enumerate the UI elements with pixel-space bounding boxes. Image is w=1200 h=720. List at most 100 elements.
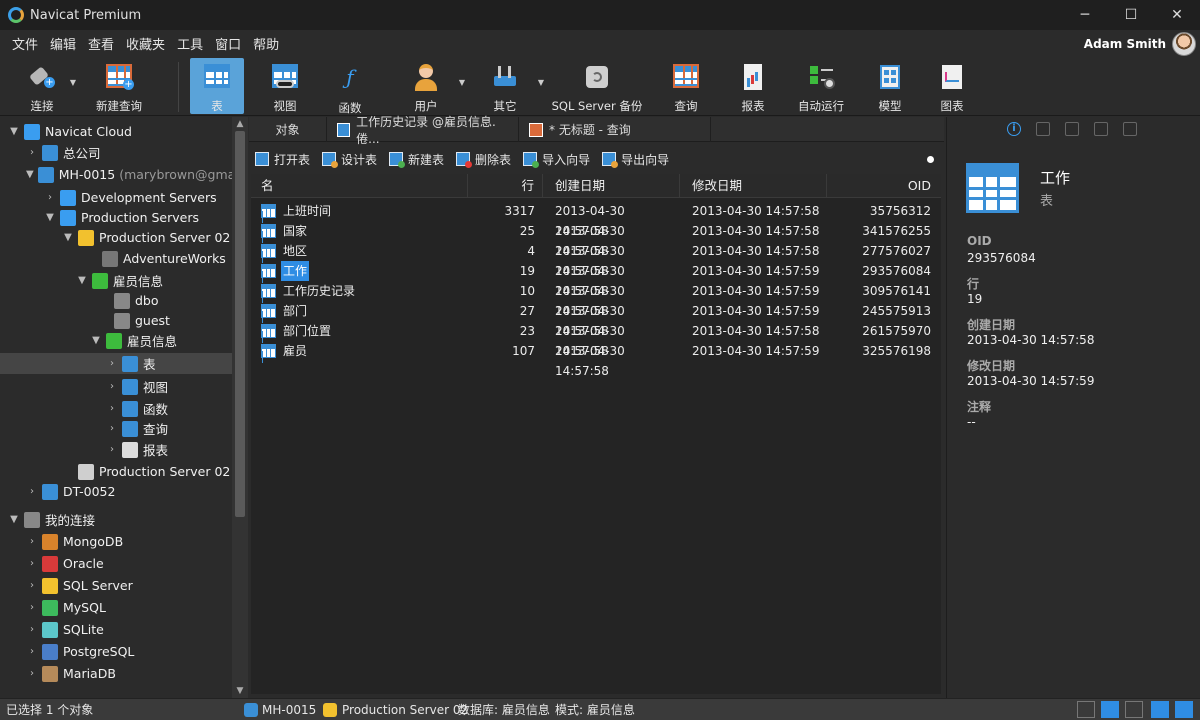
tree-item[interactable]: AdventureWorks — [0, 248, 232, 269]
toolbar-function-button[interactable]: ƒ 函数 — [323, 58, 377, 115]
toolbar-report-button[interactable]: 报表 — [726, 58, 780, 114]
menu-help[interactable]: 帮助 — [247, 34, 285, 53]
tree-item[interactable]: guest — [0, 310, 232, 331]
chevron-right-icon[interactable]: › — [26, 147, 38, 158]
toolbar-view-button[interactable]: 视图 — [258, 58, 312, 114]
chevron-right-icon[interactable]: › — [26, 646, 38, 657]
settings-icon[interactable] — [1123, 122, 1137, 136]
chevron-right-icon[interactable]: › — [106, 403, 118, 414]
table-row[interactable]: 地区 4 2013-04-30 14:57:58 2013-04-30 14:57:5… — [251, 241, 941, 278]
chevron-right-icon[interactable]: › — [106, 444, 118, 455]
er-view-icon[interactable] — [1125, 701, 1143, 718]
chevron-down-icon[interactable]: ▼ — [70, 78, 76, 87]
toggle-left-pane-icon[interactable] — [1151, 701, 1169, 718]
export-button[interactable]: 导出向导 — [602, 151, 669, 168]
table-row[interactable]: 工作历史记录 10 2013-04-30 14:57:58 2013-04-30 14… — [251, 281, 941, 318]
tree-item[interactable]: Production Server 02 — [0, 461, 232, 482]
tab-job-history-table[interactable]: 工作历史记录 @雇员信息.倦... — [327, 115, 519, 146]
tree-item[interactable]: › 函数 — [0, 398, 232, 419]
info-icon[interactable]: i — [1007, 122, 1021, 136]
toolbar-new-query-button[interactable]: + 新建查询 — [92, 58, 146, 114]
table-row[interactable]: 工作 19 2013-04-30 14:57:58 2013-04-30 14:57:… — [251, 261, 941, 298]
chevron-right-icon[interactable]: › — [26, 602, 38, 613]
dependency-icon[interactable] — [1094, 122, 1108, 136]
chevron-down-icon[interactable]: ▼ — [76, 275, 88, 286]
column-header-modified[interactable]: 修改日期 — [680, 174, 827, 198]
design-table-button[interactable]: 设计表 — [322, 151, 377, 168]
chevron-down-icon[interactable]: ▼ — [459, 78, 465, 87]
column-header-oid[interactable]: OID — [827, 174, 941, 198]
column-header-rows[interactable]: 行 — [468, 174, 543, 198]
list-view-icon[interactable] — [1077, 701, 1095, 718]
chevron-right-icon[interactable]: › — [106, 358, 118, 369]
chevron-down-icon[interactable]: ▼ — [538, 78, 544, 87]
tree-item[interactable]: › Development Servers — [0, 187, 232, 208]
table-row[interactable]: 部门位置 23 2013-04-30 14:57:58 2013-04-30 14:5… — [251, 321, 941, 358]
chevron-right-icon[interactable]: › — [44, 192, 56, 203]
preview-icon[interactable] — [1065, 122, 1079, 136]
toolbar-chart-button[interactable]: 图表 — [925, 58, 979, 114]
user-account[interactable]: Adam Smith — [1084, 30, 1196, 58]
toolbar-others-button[interactable]: 其它 ▼ — [478, 58, 544, 114]
chevron-down-icon[interactable]: ▼ — [26, 169, 34, 180]
tree-item[interactable]: ▼ Production Server 02 — [0, 227, 232, 248]
delete-table-button[interactable]: 删除表 — [456, 151, 511, 168]
tree-item[interactable]: ▼ Navicat Cloud — [0, 121, 232, 142]
tree-scrollbar[interactable]: ▲ ▼ — [232, 117, 248, 698]
chevron-up-icon[interactable]: ▲ — [232, 119, 248, 129]
menu-view[interactable]: 查看 — [82, 34, 120, 53]
toolbar-table-button[interactable]: 表 — [190, 58, 244, 114]
table-row[interactable]: 雇员 107 2013-04-30 14:57:58 2013-04-30 14:57… — [251, 341, 941, 378]
detail-view-icon[interactable] — [1101, 701, 1119, 718]
tree-item[interactable]: ▼ 雇员信息 — [0, 270, 232, 291]
tree-item[interactable]: › SQLite — [0, 619, 232, 640]
tree-item[interactable]: ▼ Production Servers — [0, 207, 232, 228]
chevron-down-icon[interactable]: ▼ — [62, 232, 74, 243]
tree-item[interactable]: ▼ MH-0015 (marybrown@gmai — [0, 164, 232, 185]
toolbar-model-button[interactable]: 模型 — [863, 58, 917, 114]
toolbar-user-button[interactable]: 用户 ▼ — [399, 58, 465, 114]
chevron-right-icon[interactable]: › — [106, 423, 118, 434]
tree-item[interactable]: › DT-0052 — [0, 481, 232, 502]
tree-item[interactable]: › SQL Server — [0, 575, 232, 596]
toolbar-backup-button[interactable]: SQL Server 备份 — [552, 58, 642, 114]
tab-untitled-query[interactable]: * 无标题 - 查询 — [519, 117, 711, 142]
chevron-right-icon[interactable]: › — [26, 668, 38, 679]
menu-edit[interactable]: 编辑 — [44, 34, 82, 53]
toolbar-query-button[interactable]: 查询 — [659, 58, 713, 114]
new-table-button[interactable]: 新建表 — [389, 151, 444, 168]
tree-item[interactable]: › MongoDB — [0, 531, 232, 552]
import-button[interactable]: 导入向导 — [523, 151, 590, 168]
chevron-right-icon[interactable]: › — [26, 624, 38, 635]
chevron-down-icon[interactable]: ▼ — [8, 126, 20, 137]
open-table-button[interactable]: 打开表 — [255, 151, 310, 168]
tree-item[interactable]: › 表 — [0, 353, 232, 374]
tree-item[interactable]: ▼ 雇员信息 — [0, 330, 232, 351]
toolbar-connect-button[interactable]: + 连接 ▼ — [20, 58, 76, 114]
table-row[interactable]: 上班时间 3317 2013-04-30 14:57:58 2013-04-30 14… — [251, 201, 941, 238]
tree-item[interactable]: › 总公司 — [0, 142, 232, 163]
tree-item[interactable]: ▼ 我的连接 — [0, 509, 232, 530]
chevron-down-icon[interactable]: ▼ — [232, 686, 248, 696]
tree-item[interactable]: dbo — [0, 290, 232, 311]
toolbar-automation-button[interactable]: 自动运行 — [794, 58, 848, 114]
chevron-down-icon[interactable]: ▼ — [8, 514, 20, 525]
chevron-right-icon[interactable]: › — [26, 580, 38, 591]
tree-item[interactable]: › Oracle — [0, 553, 232, 574]
chevron-right-icon[interactable]: › — [106, 381, 118, 392]
menu-window[interactable]: 窗口 — [209, 34, 247, 53]
tree-item[interactable]: › PostgreSQL — [0, 641, 232, 662]
scrollbar-thumb[interactable] — [235, 131, 245, 517]
tree-item[interactable]: › 报表 — [0, 439, 232, 460]
chevron-down-icon[interactable]: ▼ — [44, 212, 56, 223]
column-header-name[interactable]: 名 — [251, 174, 468, 198]
chevron-down-icon[interactable]: ▼ — [90, 335, 102, 346]
chevron-right-icon[interactable]: › — [26, 486, 38, 497]
tree-item[interactable]: › MySQL — [0, 597, 232, 618]
chevron-right-icon[interactable]: › — [26, 536, 38, 547]
table-row[interactable]: 部门 27 2013-04-30 14:57:58 2013-04-30 14:57:… — [251, 301, 941, 338]
close-button[interactable]: ✕ — [1154, 0, 1200, 30]
minimize-button[interactable]: ─ — [1062, 0, 1108, 30]
table-row[interactable]: 国家 25 2013-04-30 14:57:58 2013-04-30 14:57:… — [251, 221, 941, 258]
tree-item[interactable]: › 视图 — [0, 376, 232, 397]
